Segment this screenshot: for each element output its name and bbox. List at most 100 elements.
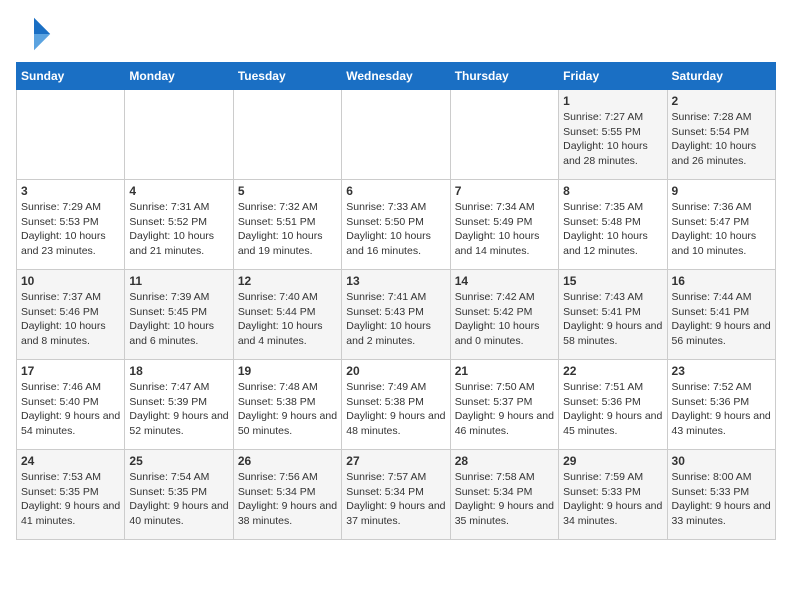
calendar-cell: 12 Sunrise: 7:40 AM Sunset: 5:44 PM Dayli…	[233, 270, 341, 360]
calendar-week-row: 24 Sunrise: 7:53 AM Sunset: 5:35 PM Dayli…	[17, 450, 776, 540]
day-number: 18	[129, 364, 228, 378]
day-number: 15	[563, 274, 662, 288]
day-info: Sunrise: 7:50 AM Sunset: 5:37 PM Dayligh…	[455, 380, 554, 439]
day-number: 4	[129, 184, 228, 198]
calendar-cell: 13Sunrise: 7:41 AM Sunset: 5:43 PM Dayli…	[342, 270, 450, 360]
day-info: Sunrise: 7:57 AM Sunset: 5:34 PM Dayligh…	[346, 470, 445, 529]
calendar-cell: 9 Sunrise: 7:36 AM Sunset: 5:47 PM Daylig…	[667, 180, 775, 270]
day-number: 14	[455, 274, 554, 288]
day-info: Sunrise: 7:40 AM Sunset: 5:44 PM Dayligh…	[238, 290, 337, 349]
calendar-week-row: 10Sunrise: 7:37 AM Sunset: 5:46 PM Dayli…	[17, 270, 776, 360]
day-number: 25	[129, 454, 228, 468]
day-number: 2	[672, 94, 771, 108]
weekday-header: Friday	[559, 63, 667, 90]
calendar-cell: 28 Sunrise: 7:58 AM Sunset: 5:34 PM Dayli…	[450, 450, 558, 540]
weekday-header: Wednesday	[342, 63, 450, 90]
calendar-cell: 30 Sunrise: 8:00 AM Sunset: 5:33 PM Dayli…	[667, 450, 775, 540]
day-number: 9	[672, 184, 771, 198]
calendar-cell: 18Sunrise: 7:47 AM Sunset: 5:39 PM Dayli…	[125, 360, 233, 450]
day-info: Sunrise: 7:27 AM Sunset: 5:55 PM Dayligh…	[563, 110, 662, 169]
day-number: 16	[672, 274, 771, 288]
calendar-cell: 10Sunrise: 7:37 AM Sunset: 5:46 PM Dayli…	[17, 270, 125, 360]
day-number: 17	[21, 364, 120, 378]
calendar-cell	[17, 90, 125, 180]
calendar-cell: 29 Sunrise: 7:59 AM Sunset: 5:33 PM Dayli…	[559, 450, 667, 540]
day-info: Sunrise: 7:32 AM Sunset: 5:51 PM Dayligh…	[238, 200, 337, 259]
day-info: Sunrise: 7:33 AM Sunset: 5:50 PM Dayligh…	[346, 200, 445, 259]
calendar-cell	[125, 90, 233, 180]
day-info: Sunrise: 7:59 AM Sunset: 5:33 PM Dayligh…	[563, 470, 662, 529]
weekday-header: Thursday	[450, 63, 558, 90]
calendar-cell: 4 Sunrise: 7:31 AM Sunset: 5:52 PM Daylig…	[125, 180, 233, 270]
day-info: Sunrise: 7:42 AM Sunset: 5:42 PM Dayligh…	[455, 290, 554, 349]
calendar-cell	[450, 90, 558, 180]
day-number: 5	[238, 184, 337, 198]
day-number: 11	[129, 274, 228, 288]
calendar-week-row: 17 Sunrise: 7:46 AM Sunset: 5:40 PM Dayli…	[17, 360, 776, 450]
calendar-cell: 23Sunrise: 7:52 AM Sunset: 5:36 PM Dayli…	[667, 360, 775, 450]
logo	[16, 16, 58, 52]
calendar-cell: 26 Sunrise: 7:56 AM Sunset: 5:34 PM Dayli…	[233, 450, 341, 540]
day-number: 3	[21, 184, 120, 198]
calendar-body: 1Sunrise: 7:27 AM Sunset: 5:55 PM Daylig…	[17, 90, 776, 540]
day-info: Sunrise: 7:46 AM Sunset: 5:40 PM Dayligh…	[21, 380, 120, 439]
day-info: Sunrise: 7:56 AM Sunset: 5:34 PM Dayligh…	[238, 470, 337, 529]
day-number: 30	[672, 454, 771, 468]
calendar-cell: 14 Sunrise: 7:42 AM Sunset: 5:42 PM Dayli…	[450, 270, 558, 360]
day-info: Sunrise: 7:54 AM Sunset: 5:35 PM Dayligh…	[129, 470, 228, 529]
day-number: 7	[455, 184, 554, 198]
calendar-cell: 25 Sunrise: 7:54 AM Sunset: 5:35 PM Dayli…	[125, 450, 233, 540]
calendar-table: SundayMondayTuesdayWednesdayThursdayFrid…	[16, 62, 776, 540]
day-number: 28	[455, 454, 554, 468]
calendar-cell: 3 Sunrise: 7:29 AM Sunset: 5:53 PM Daylig…	[17, 180, 125, 270]
day-number: 26	[238, 454, 337, 468]
calendar-cell: 22Sunrise: 7:51 AM Sunset: 5:36 PM Dayli…	[559, 360, 667, 450]
logo-icon	[16, 16, 52, 52]
weekday-header: Sunday	[17, 63, 125, 90]
day-info: Sunrise: 8:00 AM Sunset: 5:33 PM Dayligh…	[672, 470, 771, 529]
calendar-cell: 11 Sunrise: 7:39 AM Sunset: 5:45 PM Dayli…	[125, 270, 233, 360]
day-info: Sunrise: 7:31 AM Sunset: 5:52 PM Dayligh…	[129, 200, 228, 259]
day-number: 29	[563, 454, 662, 468]
day-number: 8	[563, 184, 662, 198]
day-info: Sunrise: 7:58 AM Sunset: 5:34 PM Dayligh…	[455, 470, 554, 529]
weekday-header: Tuesday	[233, 63, 341, 90]
day-info: Sunrise: 7:49 AM Sunset: 5:38 PM Dayligh…	[346, 380, 445, 439]
calendar-week-row: 1Sunrise: 7:27 AM Sunset: 5:55 PM Daylig…	[17, 90, 776, 180]
calendar-cell: 2 Sunrise: 7:28 AM Sunset: 5:54 PM Daylig…	[667, 90, 775, 180]
day-info: Sunrise: 7:37 AM Sunset: 5:46 PM Dayligh…	[21, 290, 120, 349]
calendar-cell: 7Sunrise: 7:34 AM Sunset: 5:49 PM Daylig…	[450, 180, 558, 270]
day-info: Sunrise: 7:29 AM Sunset: 5:53 PM Dayligh…	[21, 200, 120, 259]
calendar-cell: 5 Sunrise: 7:32 AM Sunset: 5:51 PM Daylig…	[233, 180, 341, 270]
day-info: Sunrise: 7:48 AM Sunset: 5:38 PM Dayligh…	[238, 380, 337, 439]
day-number: 20	[346, 364, 445, 378]
day-number: 12	[238, 274, 337, 288]
calendar-cell	[233, 90, 341, 180]
day-info: Sunrise: 7:44 AM Sunset: 5:41 PM Dayligh…	[672, 290, 771, 349]
weekday-header: Saturday	[667, 63, 775, 90]
calendar-cell: 1Sunrise: 7:27 AM Sunset: 5:55 PM Daylig…	[559, 90, 667, 180]
calendar-cell: 17 Sunrise: 7:46 AM Sunset: 5:40 PM Dayli…	[17, 360, 125, 450]
day-info: Sunrise: 7:41 AM Sunset: 5:43 PM Dayligh…	[346, 290, 445, 349]
day-info: Sunrise: 7:53 AM Sunset: 5:35 PM Dayligh…	[21, 470, 120, 529]
day-number: 23	[672, 364, 771, 378]
calendar-cell: 24 Sunrise: 7:53 AM Sunset: 5:35 PM Dayli…	[17, 450, 125, 540]
day-info: Sunrise: 7:36 AM Sunset: 5:47 PM Dayligh…	[672, 200, 771, 259]
day-info: Sunrise: 7:39 AM Sunset: 5:45 PM Dayligh…	[129, 290, 228, 349]
calendar-cell: 21 Sunrise: 7:50 AM Sunset: 5:37 PM Dayli…	[450, 360, 558, 450]
day-number: 21	[455, 364, 554, 378]
day-number: 24	[21, 454, 120, 468]
calendar-header: SundayMondayTuesdayWednesdayThursdayFrid…	[17, 63, 776, 90]
calendar-cell: 27Sunrise: 7:57 AM Sunset: 5:34 PM Dayli…	[342, 450, 450, 540]
calendar-cell: 8Sunrise: 7:35 AM Sunset: 5:48 PM Daylig…	[559, 180, 667, 270]
day-info: Sunrise: 7:28 AM Sunset: 5:54 PM Dayligh…	[672, 110, 771, 169]
calendar-cell: 20 Sunrise: 7:49 AM Sunset: 5:38 PM Dayli…	[342, 360, 450, 450]
day-number: 6	[346, 184, 445, 198]
calendar-cell	[342, 90, 450, 180]
weekday-row: SundayMondayTuesdayWednesdayThursdayFrid…	[17, 63, 776, 90]
day-number: 19	[238, 364, 337, 378]
calendar-cell: 6 Sunrise: 7:33 AM Sunset: 5:50 PM Daylig…	[342, 180, 450, 270]
day-info: Sunrise: 7:51 AM Sunset: 5:36 PM Dayligh…	[563, 380, 662, 439]
calendar-cell: 15 Sunrise: 7:43 AM Sunset: 5:41 PM Dayli…	[559, 270, 667, 360]
day-info: Sunrise: 7:43 AM Sunset: 5:41 PM Dayligh…	[563, 290, 662, 349]
